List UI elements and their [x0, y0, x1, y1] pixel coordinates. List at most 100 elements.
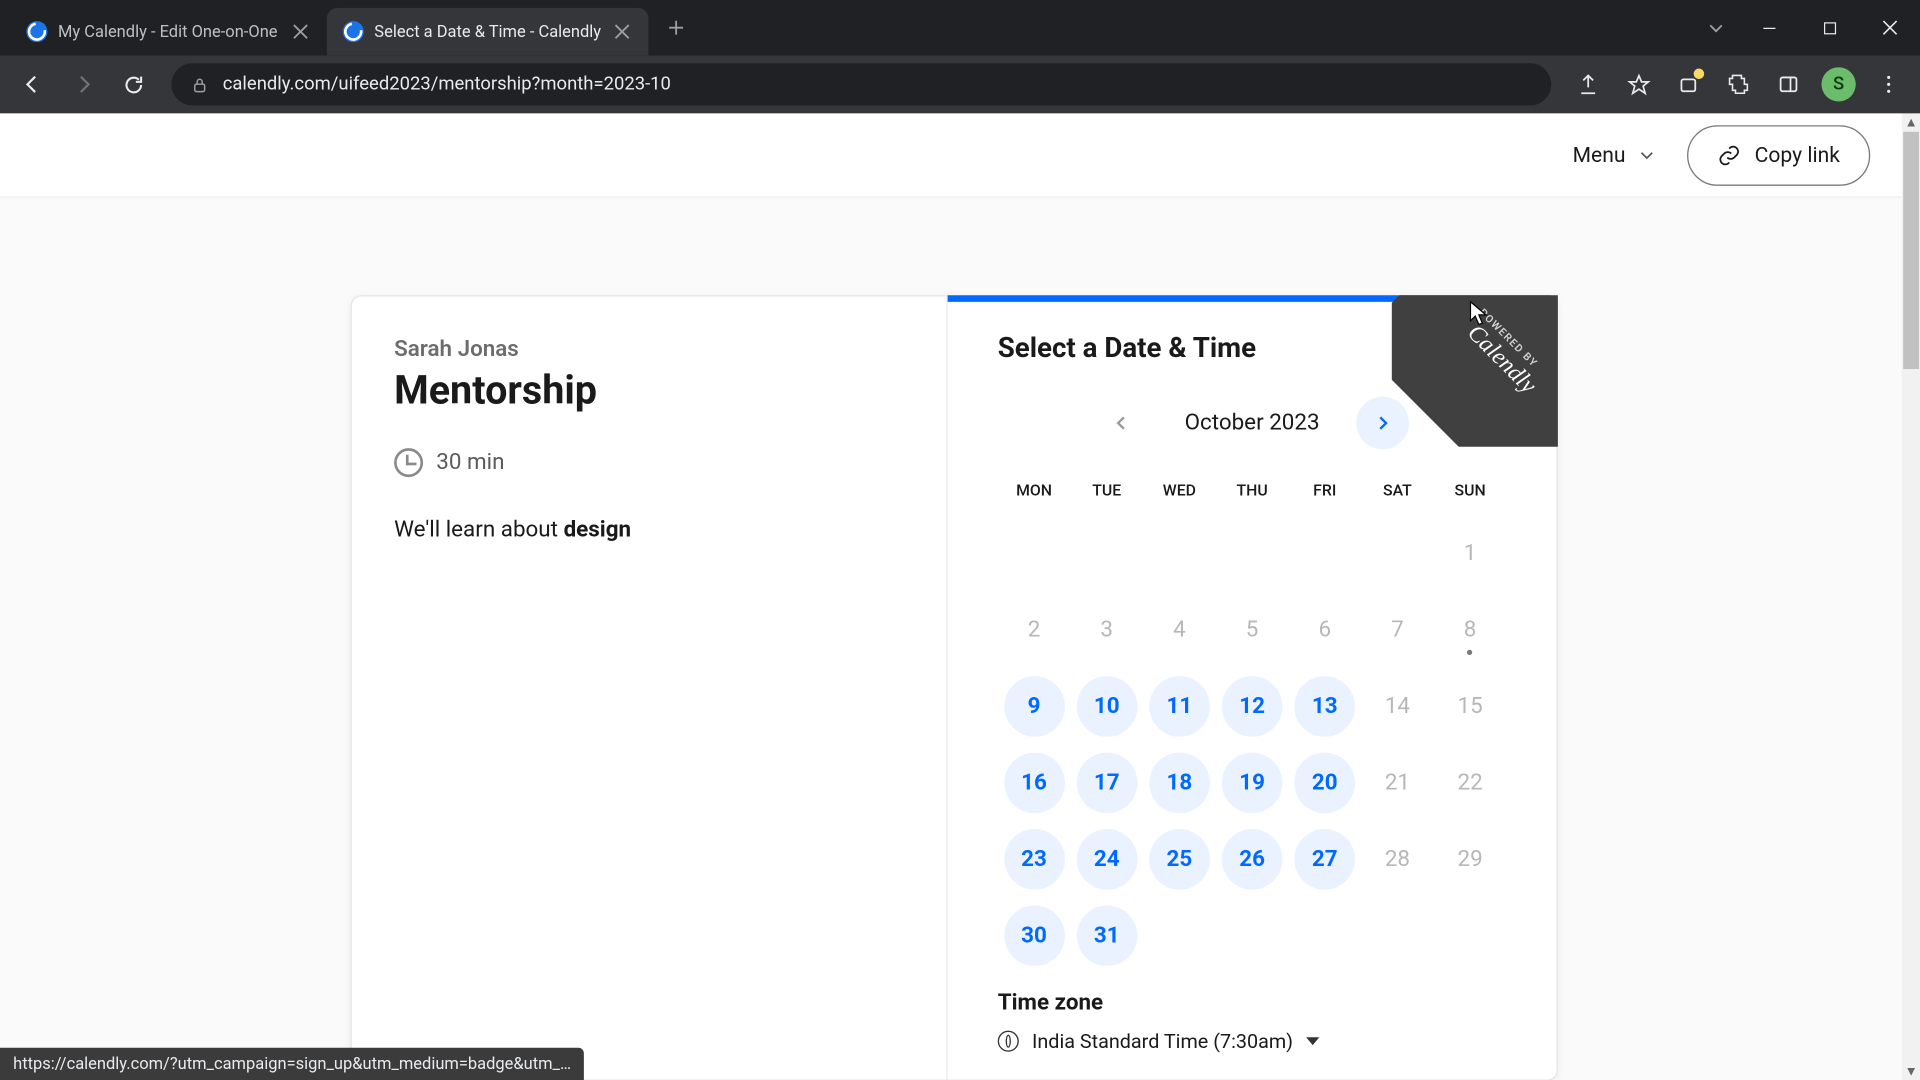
date-unavailable: 29 — [1440, 829, 1501, 890]
tab-strip: My Calendly - Edit One-on-One Select a D… — [11, 8, 696, 55]
date-available[interactable]: 17 — [1076, 753, 1137, 814]
date-available[interactable]: 27 — [1294, 829, 1355, 890]
new-tab-button[interactable] — [656, 8, 696, 48]
date-available[interactable]: 23 — [1004, 829, 1065, 890]
date-unavailable: 3 — [1076, 600, 1137, 661]
status-bar: https://calendly.com/?utm_campaign=sign_… — [0, 1048, 584, 1080]
date-available[interactable]: 24 — [1076, 829, 1137, 890]
copy-link-label: Copy link — [1755, 142, 1840, 167]
share-icon[interactable] — [1567, 63, 1609, 105]
date-available[interactable]: 11 — [1149, 676, 1210, 737]
url-text: calendly.com/uifeed2023/mentorship?month… — [223, 74, 671, 95]
back-button[interactable] — [11, 62, 56, 107]
browser-titlebar: My Calendly - Edit One-on-One Select a D… — [0, 0, 1920, 55]
address-bar[interactable]: calendly.com/uifeed2023/mentorship?month… — [171, 63, 1551, 105]
bookmark-icon[interactable] — [1617, 63, 1659, 105]
calendly-favicon-icon — [343, 21, 364, 42]
minimize-button[interactable] — [1738, 7, 1799, 49]
date-unavailable: 7 — [1367, 600, 1428, 661]
date-available[interactable]: 9 — [1004, 676, 1065, 737]
scroll-down-arrow-icon[interactable]: ▼ — [1902, 1062, 1920, 1080]
window-controls — [1694, 0, 1920, 55]
date-unavailable: 5 — [1222, 600, 1283, 661]
copy-link-button[interactable]: Copy link — [1687, 125, 1870, 186]
event-info-panel: Sarah Jonas Mentorship 30 min We'll lear… — [352, 297, 948, 1080]
page-viewport: Menu Copy link Sarah Jonas Mentorship 30… — [0, 113, 1920, 1080]
vertical-scrollbar[interactable]: ▲ ▼ — [1902, 113, 1920, 1080]
scrollbar-thumb[interactable] — [1903, 132, 1919, 369]
timezone-value: India Standard Time (7:30am) — [1032, 1029, 1293, 1053]
date-available[interactable]: 10 — [1076, 676, 1137, 737]
duration-text: 30 min — [436, 449, 504, 475]
tab-search-icon[interactable] — [1694, 18, 1739, 36]
scroll-up-arrow-icon[interactable]: ▲ — [1902, 113, 1920, 131]
dow-label: WED — [1143, 473, 1216, 515]
date-unavailable: 4 — [1149, 600, 1210, 661]
close-window-button[interactable] — [1860, 7, 1920, 49]
date-unavailable: 14 — [1367, 676, 1428, 737]
dow-label: FRI — [1288, 473, 1361, 515]
date-unavailable: 8 — [1440, 600, 1501, 661]
date-unavailable: 2 — [1004, 600, 1065, 661]
calendly-favicon-icon — [26, 21, 47, 42]
tab-title: My Calendly - Edit One-on-One — [58, 22, 279, 42]
tab-1[interactable]: My Calendly - Edit One-on-One — [11, 8, 327, 55]
browser-toolbar: calendly.com/uifeed2023/mentorship?month… — [0, 55, 1920, 113]
date-unavailable: 1 — [1440, 523, 1501, 584]
host-name: Sarah Jonas — [394, 336, 904, 362]
dow-label: THU — [1216, 473, 1289, 515]
tab-2[interactable]: Select a Date & Time - Calendly — [327, 8, 649, 55]
scheduler-panel: POWERED BY Calendly Select a Date & Time… — [948, 297, 1557, 1080]
duration-row: 30 min — [394, 448, 904, 477]
maximize-button[interactable] — [1799, 7, 1860, 49]
date-unavailable: 28 — [1367, 829, 1428, 890]
notification-dot-icon — [1694, 69, 1705, 80]
extensions-icon[interactable] — [1717, 63, 1759, 105]
profile-avatar[interactable]: S — [1818, 63, 1860, 105]
tab-title: Select a Date & Time - Calendly — [374, 22, 601, 42]
link-icon — [1718, 143, 1742, 167]
prev-month-button[interactable] — [1095, 397, 1148, 450]
timezone-selector[interactable]: India Standard Time (7:30am) — [998, 1029, 1507, 1053]
avatar-initial: S — [1821, 67, 1855, 101]
chevron-down-icon — [1639, 146, 1656, 163]
event-title: Mentorship — [394, 368, 904, 414]
lock-icon[interactable] — [190, 74, 210, 94]
menu-label: Menu — [1573, 142, 1626, 167]
date-available[interactable]: 20 — [1294, 753, 1355, 814]
date-available[interactable]: 12 — [1222, 676, 1283, 737]
month-label: October 2023 — [1185, 410, 1320, 436]
booking-card: Sarah Jonas Mentorship 30 min We'll lear… — [351, 295, 1558, 1080]
date-available[interactable]: 26 — [1222, 829, 1283, 890]
date-available[interactable]: 13 — [1294, 676, 1355, 737]
close-icon[interactable] — [612, 21, 633, 42]
reload-button[interactable] — [111, 62, 156, 107]
sidepanel-icon[interactable] — [1767, 63, 1809, 105]
date-unavailable: 22 — [1440, 753, 1501, 814]
date-available[interactable]: 25 — [1149, 829, 1210, 890]
menu-dropdown[interactable]: Menu — [1565, 132, 1664, 178]
close-icon[interactable] — [290, 21, 311, 42]
date-available[interactable]: 19 — [1222, 753, 1283, 814]
date-available[interactable]: 31 — [1076, 905, 1137, 966]
forward-button[interactable] — [61, 62, 106, 107]
calendar-grid: MONTUEWEDTHUFRISATSUN 123456789101112131… — [998, 473, 1507, 974]
date-available[interactable]: 30 — [1004, 905, 1065, 966]
date-unavailable: 21 — [1367, 753, 1428, 814]
timezone-heading: Time zone — [998, 990, 1507, 1016]
powered-by-ribbon[interactable]: POWERED BY Calendly — [1392, 295, 1558, 447]
dow-label: TUE — [1070, 473, 1143, 515]
globe-icon — [998, 1031, 1019, 1052]
event-description: We'll learn about design — [394, 517, 904, 543]
date-available[interactable]: 16 — [1004, 753, 1065, 814]
clock-icon — [394, 448, 423, 477]
date-available[interactable]: 18 — [1149, 753, 1210, 814]
dow-label: SAT — [1361, 473, 1434, 515]
date-unavailable: 15 — [1440, 676, 1501, 737]
dow-label: MON — [998, 473, 1071, 515]
dow-label: SUN — [1434, 473, 1507, 515]
page-topbar: Menu Copy link — [0, 113, 1902, 197]
kebab-menu-icon[interactable] — [1868, 63, 1910, 105]
extension-pinned-icon[interactable] — [1667, 63, 1709, 105]
date-unavailable: 6 — [1294, 600, 1355, 661]
